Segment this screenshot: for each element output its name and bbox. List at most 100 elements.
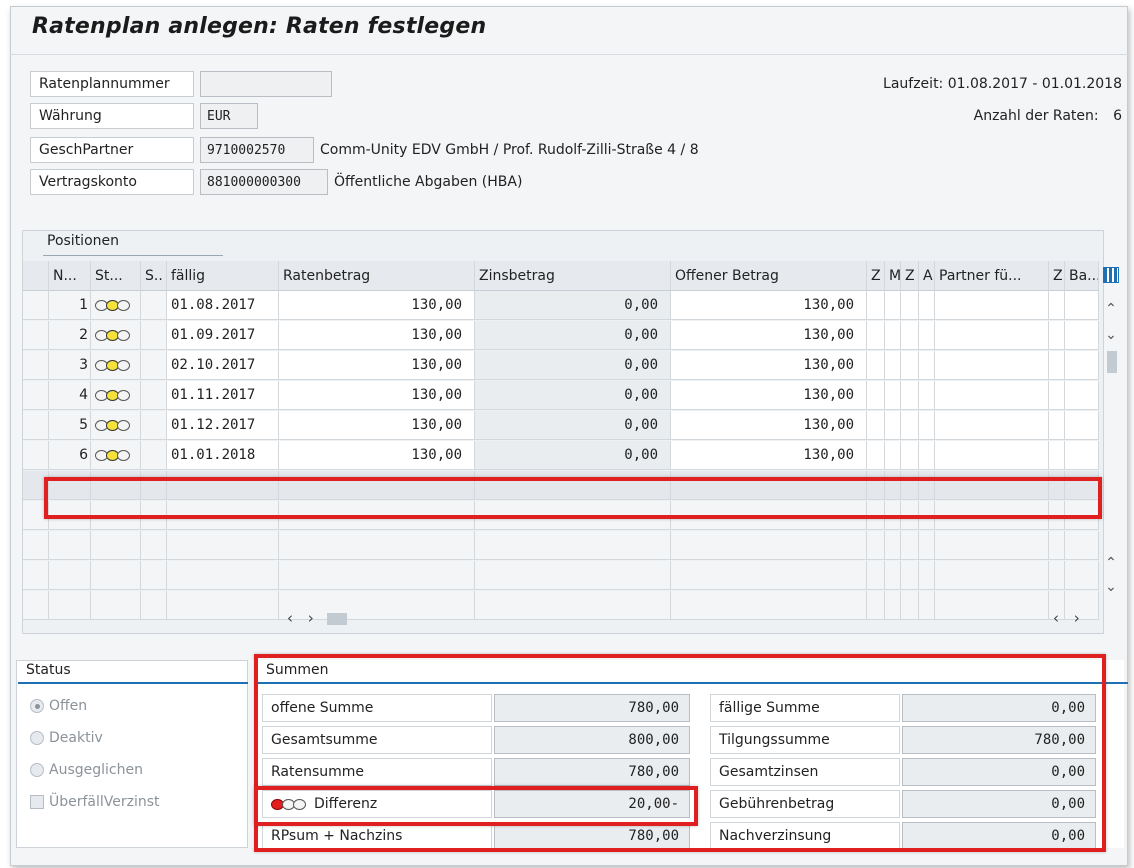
table-cell[interactable]	[867, 411, 885, 440]
table-cell[interactable]	[141, 441, 167, 470]
table-cell[interactable]	[1065, 321, 1099, 350]
table-cell[interactable]	[901, 591, 919, 620]
table-cell[interactable]	[901, 531, 919, 560]
table-cell[interactable]	[1065, 351, 1099, 380]
table-cell[interactable]	[167, 591, 279, 620]
table-cell[interactable]	[919, 591, 935, 620]
table-cell[interactable]: 01.12.2017	[167, 411, 279, 440]
table-cell[interactable]	[885, 531, 901, 560]
table-cell[interactable]	[141, 381, 167, 410]
row-selector[interactable]	[23, 291, 49, 320]
table-cell[interactable]	[885, 591, 901, 620]
table-cell[interactable]: 01.08.2017	[167, 291, 279, 320]
table-cell[interactable]: 3	[49, 351, 91, 380]
table-cell[interactable]	[885, 321, 901, 350]
table-cell[interactable]: 130,00	[279, 321, 475, 350]
table-cell[interactable]	[885, 351, 901, 380]
table-cell[interactable]	[279, 531, 475, 560]
table-cell[interactable]	[901, 351, 919, 380]
checkbox-icon[interactable]	[30, 795, 44, 809]
table-cell[interactable]: 130,00	[671, 441, 867, 470]
table-cell[interactable]: 02.10.2017	[167, 351, 279, 380]
table-cell[interactable]	[935, 561, 1049, 590]
table-cell[interactable]	[867, 291, 885, 320]
column-header[interactable]	[23, 261, 49, 291]
table-cell[interactable]	[885, 381, 901, 410]
table-cell[interactable]	[935, 441, 1049, 470]
scroll-down-icon[interactable]: ⌄	[1101, 327, 1121, 343]
table-cell[interactable]: 130,00	[279, 291, 475, 320]
table-cell[interactable]	[935, 531, 1049, 560]
table-cell[interactable]	[867, 351, 885, 380]
table-cell[interactable]: 01.11.2017	[167, 381, 279, 410]
table-cell[interactable]: 01.09.2017	[167, 321, 279, 350]
table-cell[interactable]: 130,00	[671, 321, 867, 350]
geschpartner-field[interactable]: 9710002570	[200, 137, 314, 163]
table-cell[interactable]	[475, 561, 671, 590]
row-selector[interactable]	[23, 381, 49, 410]
table-cell[interactable]	[671, 561, 867, 590]
column-header[interactable]: Partner fü...	[935, 261, 1049, 291]
table-cell[interactable]: 0,00	[475, 381, 671, 410]
radio-selected-icon[interactable]	[30, 699, 44, 713]
table-cell[interactable]	[901, 561, 919, 590]
table-cell[interactable]	[919, 441, 935, 470]
table-settings-icon[interactable]	[1103, 267, 1119, 283]
column-header[interactable]: M	[885, 261, 901, 291]
table-cell[interactable]	[901, 291, 919, 320]
table-cell[interactable]	[1065, 381, 1099, 410]
table-cell[interactable]	[141, 561, 167, 590]
column-header[interactable]: Ba...	[1065, 261, 1099, 291]
table-cell[interactable]	[49, 561, 91, 590]
scroll-right-icon-2[interactable]: ›	[1074, 609, 1080, 627]
table-cell[interactable]: 130,00	[671, 351, 867, 380]
column-header[interactable]: S..	[141, 261, 167, 291]
table-cell[interactable]: 130,00	[279, 351, 475, 380]
table-cell[interactable]	[475, 531, 671, 560]
radio-ausgeglichen[interactable]: Ausgeglichen	[30, 762, 143, 778]
waehrung-field[interactable]: EUR	[200, 103, 258, 129]
table-cell[interactable]	[919, 381, 935, 410]
table-cell[interactable]	[935, 411, 1049, 440]
table-cell[interactable]	[935, 291, 1049, 320]
table-cell[interactable]: 0,00	[475, 351, 671, 380]
scroll-left-icon-2[interactable]: ‹	[1053, 609, 1059, 627]
scroll-right-icon[interactable]: ›	[308, 609, 314, 627]
table-cell[interactable]: 1	[49, 291, 91, 320]
column-header[interactable]: Z	[867, 261, 885, 291]
horizontal-scroll-right[interactable]: ‹ ›	[1053, 609, 1080, 627]
row-selector[interactable]	[23, 591, 49, 620]
column-header[interactable]: Z	[1049, 261, 1065, 291]
column-header[interactable]: Ratenbetrag	[279, 261, 475, 291]
table-cell[interactable]	[49, 591, 91, 620]
radio-icon[interactable]	[30, 763, 44, 777]
table-cell[interactable]	[141, 411, 167, 440]
table-cell[interactable]	[1049, 321, 1065, 350]
table-cell[interactable]	[867, 531, 885, 560]
table-cell[interactable]	[867, 441, 885, 470]
table-cell[interactable]: 5	[49, 411, 91, 440]
table-cell[interactable]	[901, 381, 919, 410]
horizontal-scroll-thumb[interactable]	[326, 612, 347, 625]
table-cell[interactable]	[1049, 441, 1065, 470]
table-cell[interactable]	[141, 321, 167, 350]
scroll-thumb[interactable]	[1107, 351, 1117, 373]
table-cell[interactable]	[935, 351, 1049, 380]
table-cell[interactable]: 0,00	[475, 411, 671, 440]
table-cell[interactable]	[901, 411, 919, 440]
column-header[interactable]: fällig	[167, 261, 279, 291]
table-cell[interactable]	[919, 561, 935, 590]
table-cell[interactable]: 4	[49, 381, 91, 410]
table-cell[interactable]: 130,00	[671, 381, 867, 410]
table-cell[interactable]	[919, 351, 935, 380]
column-header[interactable]: Offener Betrag	[671, 261, 867, 291]
column-header[interactable]: St...	[91, 261, 141, 291]
table-cell[interactable]	[935, 381, 1049, 410]
table-cell[interactable]	[885, 561, 901, 590]
table-cell[interactable]	[1049, 411, 1065, 440]
table-cell[interactable]: 130,00	[279, 411, 475, 440]
table-cell[interactable]	[1065, 531, 1099, 560]
table-cell[interactable]	[885, 441, 901, 470]
scroll-up-icon-2[interactable]: ⌃	[1101, 555, 1121, 571]
scroll-down-icon-2[interactable]: ⌄	[1101, 579, 1121, 595]
